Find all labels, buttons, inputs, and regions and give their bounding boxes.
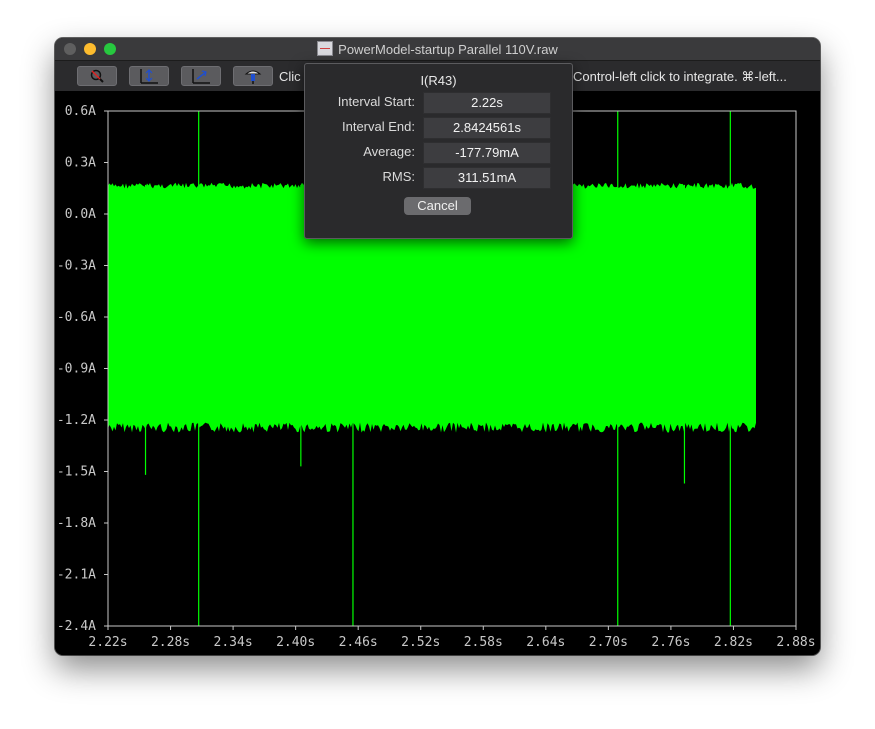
x-tick-label: 2.88s [776,635,815,650]
probe-button[interactable] [233,66,273,86]
autorange-button[interactable] [129,66,169,86]
x-tick-label: 2.46s [339,635,378,650]
x-tick-label: 2.82s [714,635,753,650]
interval-end-label: Interval End: [342,119,415,134]
title-bar[interactable]: PowerModel-startup Parallel 110V.raw [55,38,820,61]
x-tick-label: 2.34s [214,635,253,650]
y-tick-label: -2.4A [57,619,96,634]
interval-start-value: 2.22s [423,92,551,114]
y-tick-label: -0.9A [57,362,96,377]
magnifier-cancel-icon [90,69,104,83]
average-label: Average: [363,144,415,159]
x-tick-label: 2.76s [651,635,690,650]
x-tick-label: 2.22s [88,635,127,650]
window-title-text: PowerModel-startup Parallel 110V.raw [338,42,558,57]
rms-value: 311.51mA [423,167,551,189]
status-hint-left: Clic [279,69,301,84]
y-tick-label: 0.6A [65,104,96,119]
rms-label: RMS: [382,169,416,184]
y-tick-label: 0.3A [65,156,96,171]
average-value: -177.79mA [423,142,551,164]
pan-arrows-icon [192,69,210,84]
status-hint-right: Control-left click to integrate. ⌘-left.… [573,69,787,84]
y-tick-label: -1.5A [57,465,96,480]
y-tick-label: -0.3A [57,259,96,274]
y-tick-label: -1.8A [57,516,96,531]
pan-button[interactable] [181,66,221,86]
waveform-viewer-window: PowerModel-startup Parallel 110V.raw Cli… [55,38,820,655]
fit-axis-icon [140,69,158,84]
zoom-out-button[interactable] [77,66,117,86]
interval-start-label: Interval Start: [337,94,415,109]
dialog-title: I(R43) [420,73,457,88]
probe-icon [244,70,262,84]
x-tick-label: 2.28s [151,635,190,650]
x-tick-label: 2.58s [464,635,503,650]
y-tick-label: -2.1A [57,568,96,583]
waveform-document-icon [317,41,334,56]
integrate-dialog: I(R43) Interval Start: 2.22s Interval En… [304,63,573,239]
y-tick-label: -0.6A [57,310,96,325]
y-tick-label: -1.2A [57,413,96,428]
x-tick-label: 2.70s [589,635,628,650]
y-tick-label: 0.0A [65,207,96,222]
x-tick-label: 2.40s [276,635,315,650]
cancel-button[interactable]: Cancel [404,197,471,215]
window-title: PowerModel-startup Parallel 110V.raw [55,41,820,58]
x-tick-label: 2.52s [401,635,440,650]
x-tick-label: 2.64s [526,635,565,650]
interval-end-value: 2.8424561s [423,117,551,139]
